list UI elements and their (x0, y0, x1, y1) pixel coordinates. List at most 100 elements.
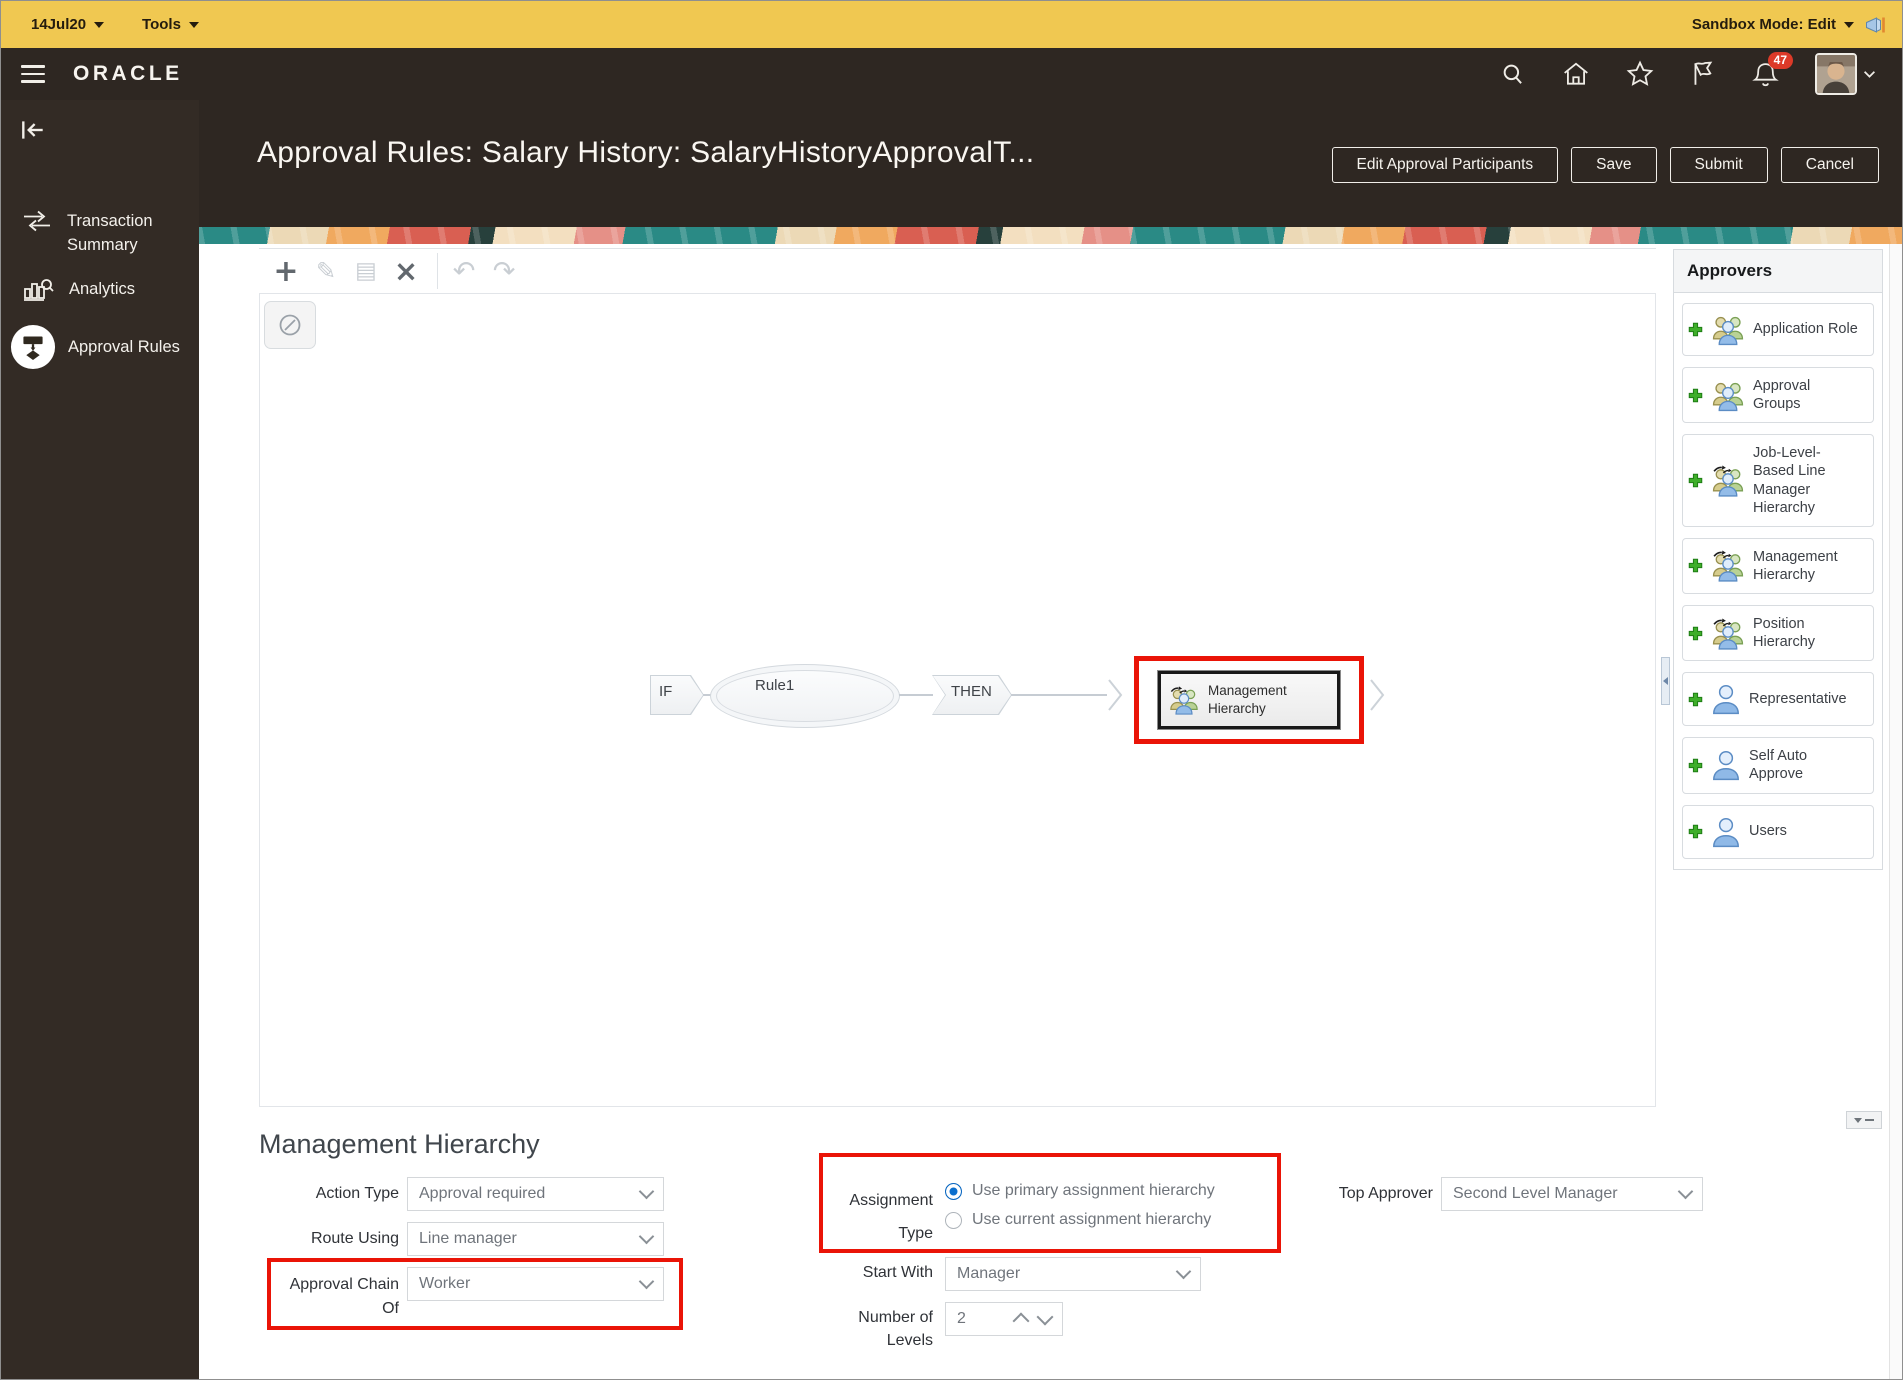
flow-rule-node[interactable]: Rule1 (710, 664, 900, 728)
sandbox-mode-label: Sandbox Mode: Edit (1691, 16, 1836, 33)
person-icon (1713, 685, 1739, 715)
vertical-scrollbar[interactable] (1889, 244, 1902, 1379)
approver-card-users[interactable]: Users (1682, 804, 1874, 859)
undo-icon[interactable]: ↶ (447, 253, 481, 289)
add-plus-icon[interactable] (1688, 388, 1703, 403)
radio-primary-assignment[interactable]: Use primary assignment hierarchy (945, 1182, 1215, 1200)
approver-card-representative[interactable]: Representative (1682, 672, 1874, 727)
chevron-down-icon (1864, 70, 1875, 78)
flow-if-tag[interactable]: IF (650, 675, 704, 715)
pan-compass-button[interactable] (264, 301, 316, 349)
submit-button[interactable]: Submit (1669, 147, 1768, 183)
notifications-bell-icon[interactable]: 47 (1752, 51, 1793, 88)
user-menu[interactable] (1815, 53, 1876, 95)
top-approver-select[interactable]: Second Level Manager (1441, 1177, 1703, 1211)
approver-label: Approval Groups (1753, 378, 1811, 413)
toolbar-divider (259, 248, 1656, 249)
action-type-label: Action Type (315, 1185, 399, 1202)
approver-card-job-level-hierarchy[interactable]: Job-Level-Based Line Manager Hierarchy (1682, 434, 1874, 527)
favorites-star-icon[interactable] (1626, 60, 1654, 88)
sidebar-item-label: Transaction Summary (67, 212, 153, 254)
add-icon[interactable]: + (269, 253, 303, 289)
approver-card-approval-groups[interactable]: Approval Groups (1682, 367, 1874, 424)
add-plus-icon[interactable] (1688, 322, 1703, 337)
add-plus-icon[interactable] (1688, 626, 1703, 641)
sidebar-collapse-icon[interactable] (19, 118, 47, 142)
action-type-select[interactable]: Approval required (407, 1177, 664, 1211)
spinner-down-icon[interactable] (1036, 1308, 1054, 1326)
approver-card-self-auto-approve[interactable]: Self Auto Approve (1682, 737, 1874, 794)
add-plus-icon[interactable] (1688, 824, 1703, 839)
sandbox-date-label: 14Jul20 (31, 16, 87, 33)
person-icon (1713, 751, 1739, 781)
person-icon (1713, 817, 1739, 847)
group-icon (1712, 316, 1744, 346)
save-button[interactable]: Save (1571, 147, 1657, 183)
tools-menu[interactable]: Tools (142, 16, 199, 33)
flow-management-hierarchy-node[interactable]: Management Hierarchy (1158, 671, 1340, 729)
add-plus-icon[interactable] (1688, 558, 1703, 573)
flag-icon[interactable] (1690, 60, 1716, 88)
spinner-up-icon[interactable] (1012, 1312, 1030, 1330)
megaphone-icon[interactable] (1864, 15, 1886, 35)
avatar (1815, 53, 1857, 95)
sandbox-mode-menu[interactable]: Sandbox Mode: Edit (1692, 16, 1854, 33)
add-plus-icon[interactable] (1688, 473, 1703, 488)
chevron-down-icon (638, 1228, 655, 1245)
flow-connector (899, 694, 933, 696)
decorative-banner (199, 227, 1902, 244)
redo-icon[interactable]: ↷ (487, 253, 521, 289)
approver-label: Job-Level-Based Line Manager Hierarchy (1753, 445, 1826, 516)
radio-current-assignment[interactable]: Use current assignment hierarchy (945, 1211, 1211, 1229)
copy-icon[interactable]: ▤ (349, 253, 383, 289)
sidebar-item-transaction-summary[interactable]: Transaction Summary (1, 208, 199, 258)
app-window: 14Jul20 Tools Sandbox Mode: Edit ORACLE … (0, 0, 1903, 1380)
add-plus-icon[interactable] (1688, 758, 1703, 773)
home-icon[interactable] (1562, 61, 1590, 87)
approver-label: Representative (1749, 691, 1847, 708)
start-with-select[interactable]: Manager (945, 1257, 1201, 1291)
connector-chevron-icon (1368, 677, 1386, 713)
edit-pencil-icon[interactable]: ✎ (309, 253, 343, 289)
collapse-pane-button[interactable] (1846, 1111, 1882, 1129)
approvers-title: Approvers (1674, 250, 1882, 293)
analytics-icon (24, 279, 54, 301)
approver-label: Application Role (1753, 321, 1858, 338)
hierarchy-icon (1712, 550, 1744, 583)
if-label: IF (659, 683, 673, 700)
top-approver-label: Top Approver (1338, 1185, 1433, 1202)
sandbox-date-menu[interactable]: 14Jul20 (31, 16, 105, 33)
radio-selected-icon[interactable] (945, 1182, 962, 1200)
hierarchy-icon (1712, 618, 1744, 650)
sidebar: Transaction Summary Analytics Approval R… (1, 100, 199, 1379)
sidebar-item-label: Approval Rules (68, 338, 180, 357)
transfer-arrows-icon (24, 210, 50, 232)
panel-splitter-handle[interactable] (1661, 657, 1670, 705)
sidebar-item-approval-rules[interactable]: Approval Rules (1, 324, 188, 370)
page-title: Approval Rules: Salary History: SalaryHi… (257, 136, 1035, 169)
sidebar-item-analytics[interactable]: Analytics (1, 276, 199, 304)
approver-card-position-hierarchy[interactable]: Position Hierarchy (1682, 605, 1874, 662)
radio-unselected-icon[interactable] (945, 1211, 962, 1229)
rule-canvas[interactable]: IF Rule1 THEN Management Hierarchy (259, 293, 1656, 1107)
sandbox-bar: 14Jul20 Tools Sandbox Mode: Edit (1, 1, 1902, 48)
approver-card-application-role[interactable]: Application Role (1682, 303, 1874, 356)
caret-down-icon (1844, 21, 1854, 28)
node-label: Management Hierarchy (1208, 683, 1287, 716)
number-of-levels-spinner[interactable]: 2 (945, 1302, 1063, 1336)
flow-then-tag[interactable]: THEN (932, 675, 1012, 715)
edit-approval-participants-button[interactable]: Edit Approval Participants (1331, 147, 1559, 183)
add-plus-icon[interactable] (1688, 692, 1703, 707)
approver-label: Self Auto Approve (1749, 748, 1808, 783)
hamburger-menu-icon[interactable] (21, 65, 45, 83)
approver-card-management-hierarchy[interactable]: Management Hierarchy (1682, 537, 1874, 594)
approver-label: Position Hierarchy (1753, 616, 1816, 651)
approval-chain-of-select[interactable]: Worker (407, 1267, 664, 1301)
approver-label: Management Hierarchy (1753, 548, 1838, 583)
route-using-select[interactable]: Line manager (407, 1222, 664, 1256)
delete-icon[interactable]: × (389, 253, 423, 289)
compass-icon (279, 314, 301, 336)
number-of-levels-label: Number of Levels (858, 1309, 933, 1350)
cancel-button[interactable]: Cancel (1780, 147, 1879, 183)
search-icon[interactable] (1500, 61, 1526, 87)
